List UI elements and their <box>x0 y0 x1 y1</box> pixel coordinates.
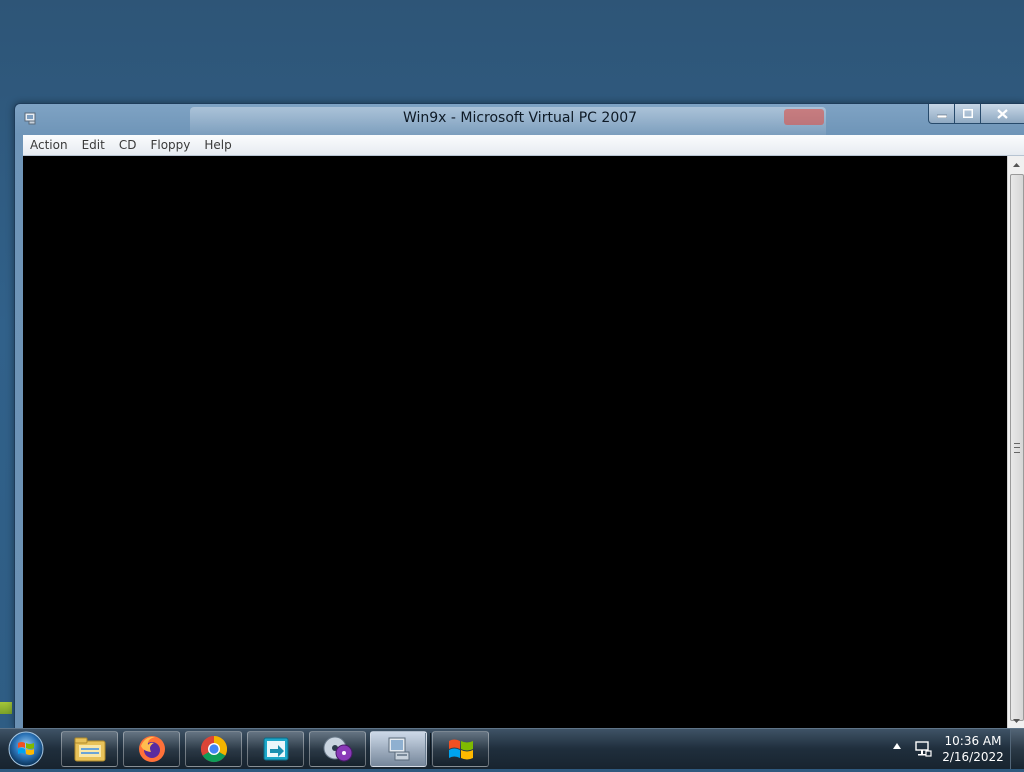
virtual-pc-window: Win9x - Microsoft Virtual PC 2007 Action… <box>14 103 1024 729</box>
network-icon[interactable] <box>914 740 932 758</box>
virtual-machine-screen[interactable] <box>23 156 1007 729</box>
show-desktop-button[interactable] <box>1010 729 1024 769</box>
clock-time: 10:36 AM <box>944 734 1002 748</box>
taskbar-virtual-pc[interactable] <box>370 731 427 767</box>
remote-app-icon <box>263 737 288 761</box>
taskbar-disc-burner[interactable] <box>309 731 366 767</box>
close-button[interactable] <box>981 104 1024 124</box>
show-hidden-icons-icon[interactable] <box>893 743 901 749</box>
taskbar-windows[interactable] <box>432 731 489 767</box>
window-title: Win9x - Microsoft Virtual PC 2007 <box>402 110 638 126</box>
scroll-up-button[interactable] <box>1008 156 1024 173</box>
taskbar: 10:36 AM 2/16/2022 <box>0 728 1024 769</box>
clock-date: 2/16/2022 <box>942 750 1004 764</box>
virtual-pc-icon <box>388 737 409 761</box>
firefox-icon <box>138 736 165 762</box>
taskbar-remote-app[interactable] <box>247 731 304 767</box>
menu-bar: Action Edit CD Floppy Help <box>23 135 1024 156</box>
menu-floppy[interactable]: Floppy <box>143 135 197 155</box>
maximize-icon <box>962 109 973 118</box>
scrollbar-thumb[interactable] <box>1010 174 1024 721</box>
start-button[interactable] <box>6 730 46 768</box>
scroll-down-icon <box>1013 718 1020 723</box>
taskbar-chrome[interactable] <box>185 731 242 767</box>
taskbar-firefox[interactable] <box>123 731 180 767</box>
windows-flag-icon <box>448 739 473 760</box>
vertical-scrollbar[interactable] <box>1007 156 1024 729</box>
title-bar[interactable]: Win9x - Microsoft Virtual PC 2007 <box>15 104 1024 135</box>
menu-action[interactable]: Action <box>23 135 75 155</box>
menu-edit[interactable]: Edit <box>75 135 112 155</box>
system-clock[interactable]: 10:36 AM 2/16/2022 <box>942 733 1004 765</box>
minimize-button[interactable] <box>928 104 955 124</box>
scrollbar-grip-icon <box>1014 443 1020 453</box>
desktop-edge-icon <box>0 702 12 714</box>
minimize-icon <box>936 114 947 118</box>
chrome-icon <box>200 735 227 763</box>
close-icon <box>997 108 1008 119</box>
windows-orb-icon <box>8 731 44 767</box>
file-explorer-icon <box>74 737 105 762</box>
menu-cd[interactable]: CD <box>112 135 144 155</box>
disc-burner-icon <box>323 736 352 762</box>
taskbar-separator <box>425 733 431 765</box>
scroll-down-button[interactable] <box>1008 712 1024 729</box>
menu-help[interactable]: Help <box>197 135 238 155</box>
scroll-up-icon <box>1013 162 1020 167</box>
taskbar-file-explorer[interactable] <box>61 731 118 767</box>
maximize-button[interactable] <box>955 104 981 124</box>
